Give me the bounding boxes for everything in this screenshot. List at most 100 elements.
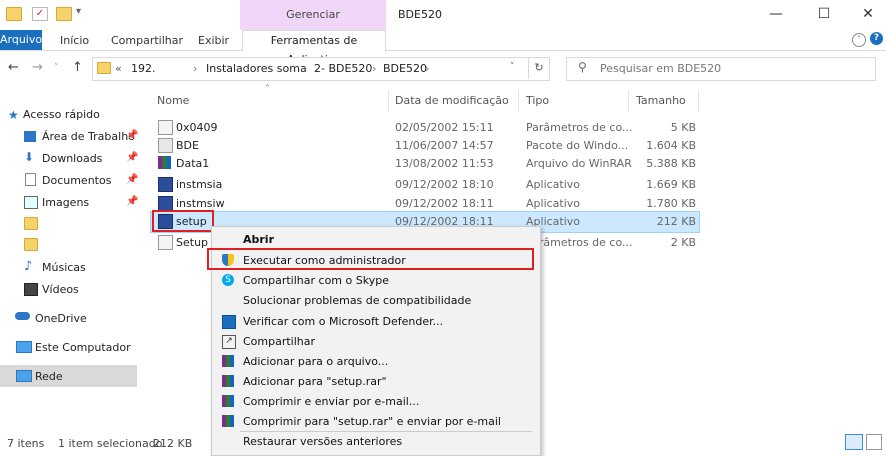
- winrar-icon: [222, 415, 234, 427]
- file-name[interactable]: 0x0409: [176, 121, 218, 134]
- minimize-icon[interactable]: —: [766, 4, 786, 24]
- tab-exibir[interactable]: Exibir: [198, 34, 229, 47]
- column-separator[interactable]: [628, 90, 629, 112]
- breadcrumb-separator[interactable]: ›: [372, 62, 376, 75]
- sidebar-item-este-computador[interactable]: Este Computador: [35, 341, 131, 354]
- file-name[interactable]: Data1: [176, 157, 209, 170]
- address-overflow-icon[interactable]: «: [115, 62, 122, 75]
- file-name[interactable]: BDE: [176, 139, 199, 152]
- window-title: BDE520: [398, 8, 442, 21]
- desktop-icon: [24, 131, 36, 142]
- file-date: 02/05/2002 15:11: [395, 121, 494, 134]
- file-type: Parâmetros de co...: [526, 121, 633, 134]
- file-name[interactable]: Setup: [176, 236, 208, 249]
- quick-access-dropdown-icon[interactable]: ▾: [76, 6, 81, 17]
- breadcrumb-separator[interactable]: ›: [425, 62, 429, 75]
- winrar-icon: [222, 355, 234, 367]
- status-item-count: 7 itens: [7, 437, 45, 450]
- column-header-type[interactable]: Tipo: [526, 94, 549, 107]
- menu-item-verificar-defender[interactable]: Verificar com o Microsoft Defender...: [243, 315, 443, 328]
- file-date: 11/06/2007 14:57: [395, 139, 494, 152]
- column-separator[interactable]: [518, 90, 519, 112]
- highlight-box: [152, 210, 214, 232]
- back-arrow-icon[interactable]: ←: [8, 60, 19, 75]
- tab-inicio[interactable]: Início: [60, 34, 89, 47]
- close-icon[interactable]: ✕: [858, 4, 878, 24]
- file-name[interactable]: instmsiw: [176, 197, 225, 210]
- column-separator[interactable]: [698, 90, 699, 112]
- pin-icon[interactable]: 📌: [126, 196, 138, 207]
- properties-check-icon[interactable]: ✓: [32, 7, 48, 21]
- column-header-name[interactable]: Nome: [157, 94, 189, 107]
- large-icons-view-icon[interactable]: [866, 434, 882, 450]
- menu-item-comprimir-e-enviar[interactable]: Comprimir e enviar por e-mail...: [243, 395, 419, 408]
- sidebar-item-videos[interactable]: Vídeos: [42, 283, 79, 296]
- application-icon: [158, 196, 173, 211]
- maximize-icon[interactable]: ☐: [814, 4, 834, 24]
- pin-icon[interactable]: 📌: [126, 152, 138, 163]
- recent-locations-icon[interactable]: ˅: [54, 63, 59, 73]
- sidebar-item-musicas[interactable]: Músicas: [42, 261, 86, 274]
- help-icon[interactable]: ?: [870, 32, 883, 45]
- folder-icon[interactable]: [24, 217, 38, 230]
- breadcrumb-192[interactable]: 192.: [131, 62, 156, 75]
- file-size: 1.669 KB: [646, 178, 696, 191]
- new-folder-icon[interactable]: [56, 7, 72, 21]
- installer-package-icon: [158, 138, 173, 153]
- folder-icon[interactable]: [24, 238, 38, 251]
- tab-compartilhar[interactable]: Compartilhar: [111, 34, 183, 47]
- address-dropdown-icon[interactable]: ˅: [510, 62, 515, 72]
- sidebar-item-imagens[interactable]: Imagens: [42, 196, 89, 209]
- breadcrumb-2-bde520[interactable]: 2- BDE520: [314, 62, 372, 75]
- breadcrumb-separator[interactable]: ›: [303, 62, 307, 75]
- sidebar-item-acesso-rapido[interactable]: Acesso rápido: [23, 108, 100, 121]
- menu-item-compartilhar[interactable]: Compartilhar: [243, 335, 315, 348]
- file-size: 2 KB: [670, 236, 696, 249]
- menu-item-abrir[interactable]: Abrir: [243, 233, 274, 246]
- menu-separator: [240, 431, 532, 432]
- tab-ferramentas-de-aplicativo[interactable]: Ferramentas de Aplicativo: [242, 30, 386, 66]
- file-type: Arquivo do WinRAR: [526, 157, 632, 170]
- column-header-date[interactable]: Data de modificação: [395, 94, 509, 107]
- file-size: 5.388 KB: [646, 157, 696, 170]
- menu-item-comprimir-setup-rar-enviar[interactable]: Comprimir para "setup.rar" e enviar por …: [243, 415, 501, 428]
- contextual-group-label: Gerenciar: [286, 8, 340, 21]
- pin-icon[interactable]: 📌: [126, 174, 138, 185]
- column-header-size[interactable]: Tamanho: [636, 94, 686, 107]
- refresh-icon[interactable]: ↻: [528, 57, 549, 79]
- pin-icon[interactable]: 📌: [126, 130, 138, 141]
- sidebar-item-downloads[interactable]: Downloads: [42, 152, 102, 165]
- file-size: 1.780 KB: [646, 197, 696, 210]
- details-view-icon[interactable]: [845, 434, 863, 450]
- documents-icon: [25, 173, 36, 186]
- application-icon: [158, 177, 173, 192]
- tab-arquivo[interactable]: Arquivo: [0, 30, 42, 50]
- ribbon-collapse-icon[interactable]: ˅: [852, 33, 866, 47]
- file-date: 09/12/2002 18:10: [395, 178, 494, 191]
- file-date: 13/08/2002 11:53: [395, 157, 494, 170]
- up-arrow-icon[interactable]: ↑: [72, 60, 83, 75]
- search-placeholder: Pesquisar em BDE520: [600, 62, 722, 75]
- sidebar-item-area-de-trabalho[interactable]: Área de Trabalho: [42, 130, 135, 143]
- skype-icon: S: [222, 274, 234, 286]
- sidebar-item-rede[interactable]: Rede: [35, 370, 63, 383]
- title-bar: [0, 0, 886, 30]
- computer-icon: [16, 341, 32, 353]
- settings-file-icon: [158, 235, 173, 250]
- menu-item-adicionar-para-setup-rar[interactable]: Adicionar para "setup.rar": [243, 375, 387, 388]
- menu-item-adicionar-para-o-arquivo[interactable]: Adicionar para o arquivo...: [243, 355, 388, 368]
- settings-file-icon: [158, 120, 173, 135]
- menu-item-solucionar-problemas[interactable]: Solucionar problemas de compatibilidade: [243, 294, 471, 307]
- file-name[interactable]: instmsia: [176, 178, 222, 191]
- breadcrumb-separator[interactable]: ›: [193, 62, 197, 75]
- breadcrumb-instaladores-soma[interactable]: Instaladores soma: [206, 62, 307, 75]
- column-separator[interactable]: [388, 90, 389, 112]
- menu-item-restaurar-versoes-anteriores[interactable]: Restaurar versões anteriores: [243, 435, 402, 448]
- sidebar-item-onedrive[interactable]: OneDrive: [35, 312, 87, 325]
- sidebar-item-documentos[interactable]: Documentos: [42, 174, 111, 187]
- defender-icon: [222, 315, 236, 329]
- breadcrumb-bde520[interactable]: BDE520: [383, 62, 427, 75]
- onedrive-icon: [15, 312, 30, 320]
- forward-arrow-icon[interactable]: →: [32, 60, 43, 75]
- menu-item-compartilhar-com-o-skype[interactable]: Compartilhar com o Skype: [243, 274, 389, 287]
